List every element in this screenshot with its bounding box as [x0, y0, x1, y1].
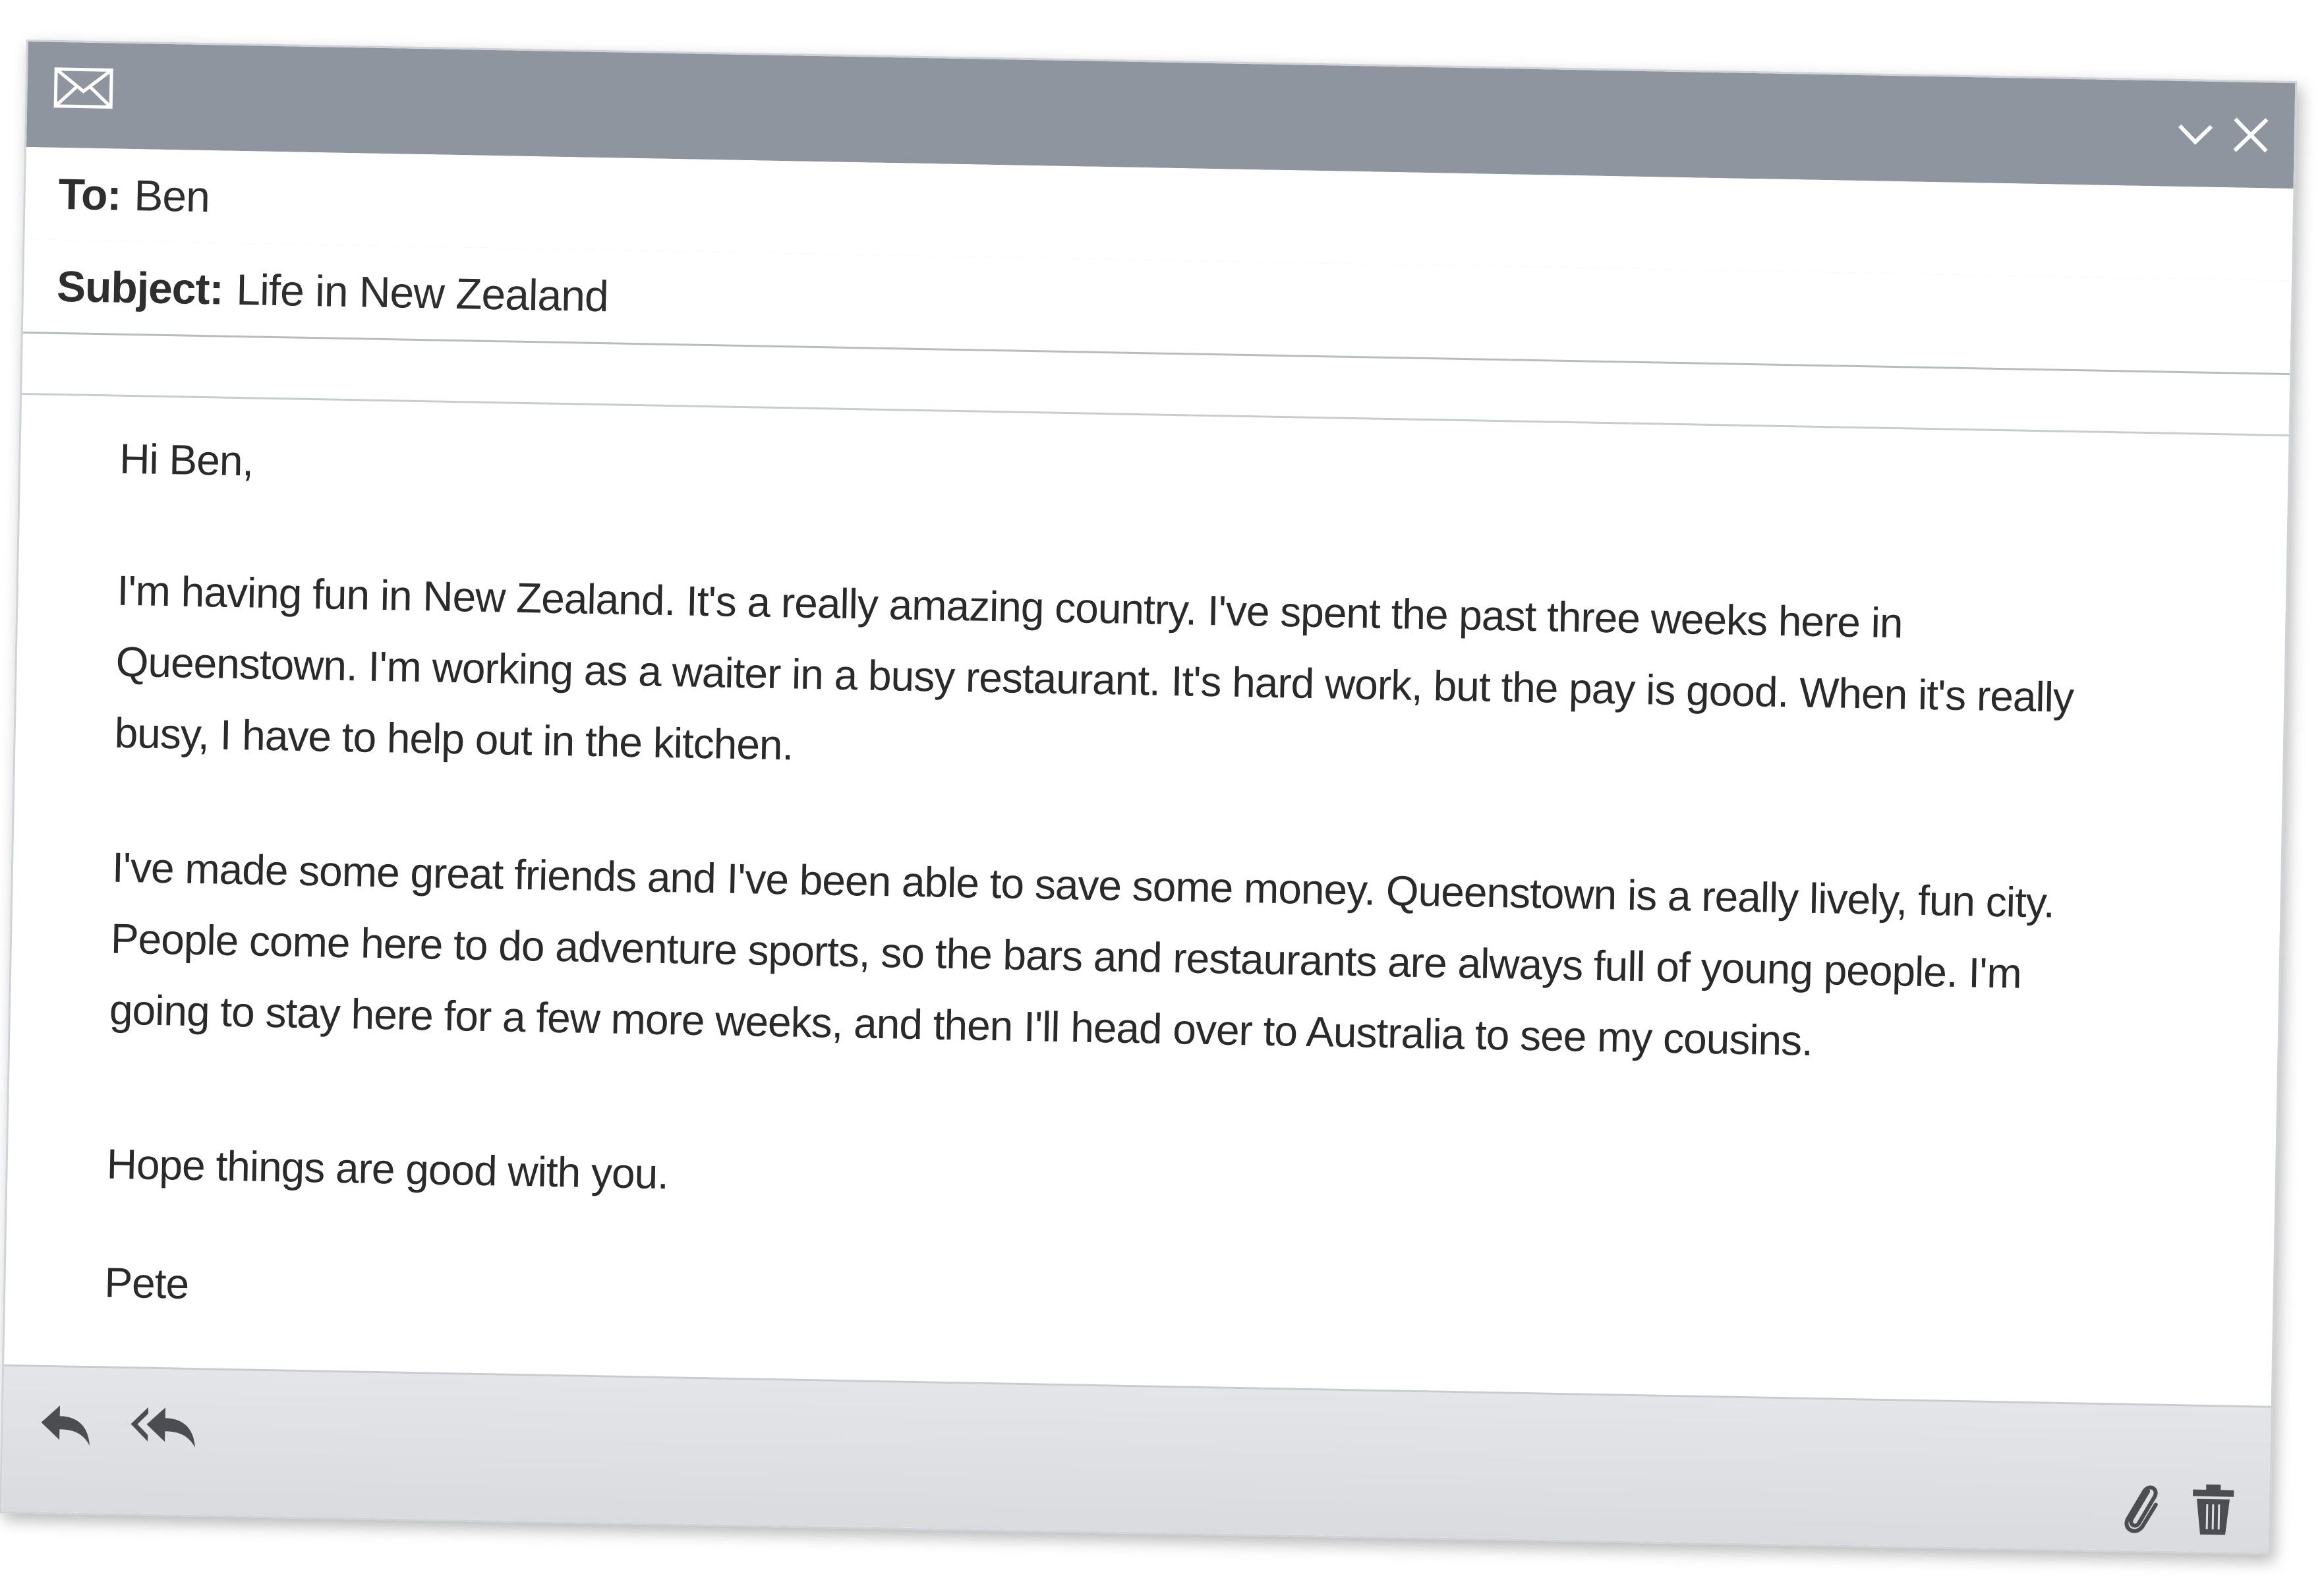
email-window: To: Ben Subject: Life in New Zealand Hi …	[0, 40, 2298, 1555]
screen: To: Ben Subject: Life in New Zealand Hi …	[0, 0, 2324, 1586]
greeting: Hi Ben,	[119, 434, 254, 485]
to-value: Ben	[133, 171, 210, 221]
body-paragraph: I've made some great friends and I've be…	[109, 843, 2055, 1065]
reply-icon[interactable]	[36, 1394, 96, 1454]
message-body[interactable]: Hi Ben, I'm having fun in New Zealand. I…	[4, 395, 2288, 1405]
envelope-icon	[53, 67, 113, 109]
to-label: To:	[58, 169, 122, 220]
reply-all-icon[interactable]	[128, 1395, 202, 1455]
subject-label: Subject:	[56, 261, 224, 314]
trash-icon[interactable]	[2183, 1479, 2244, 1539]
paperclip-icon[interactable]	[2110, 1477, 2171, 1538]
body-paragraph: I'm having fun in New Zealand. It's a re…	[114, 566, 2074, 769]
chevron-down-icon[interactable]	[2174, 113, 2217, 156]
signature: Pete	[103, 1258, 189, 1308]
subject-value: Life in New Zealand	[235, 264, 609, 321]
window-controls	[2174, 113, 2272, 157]
close-icon[interactable]	[2229, 113, 2272, 156]
body-paragraph: Hope things are good with you.	[106, 1140, 669, 1198]
